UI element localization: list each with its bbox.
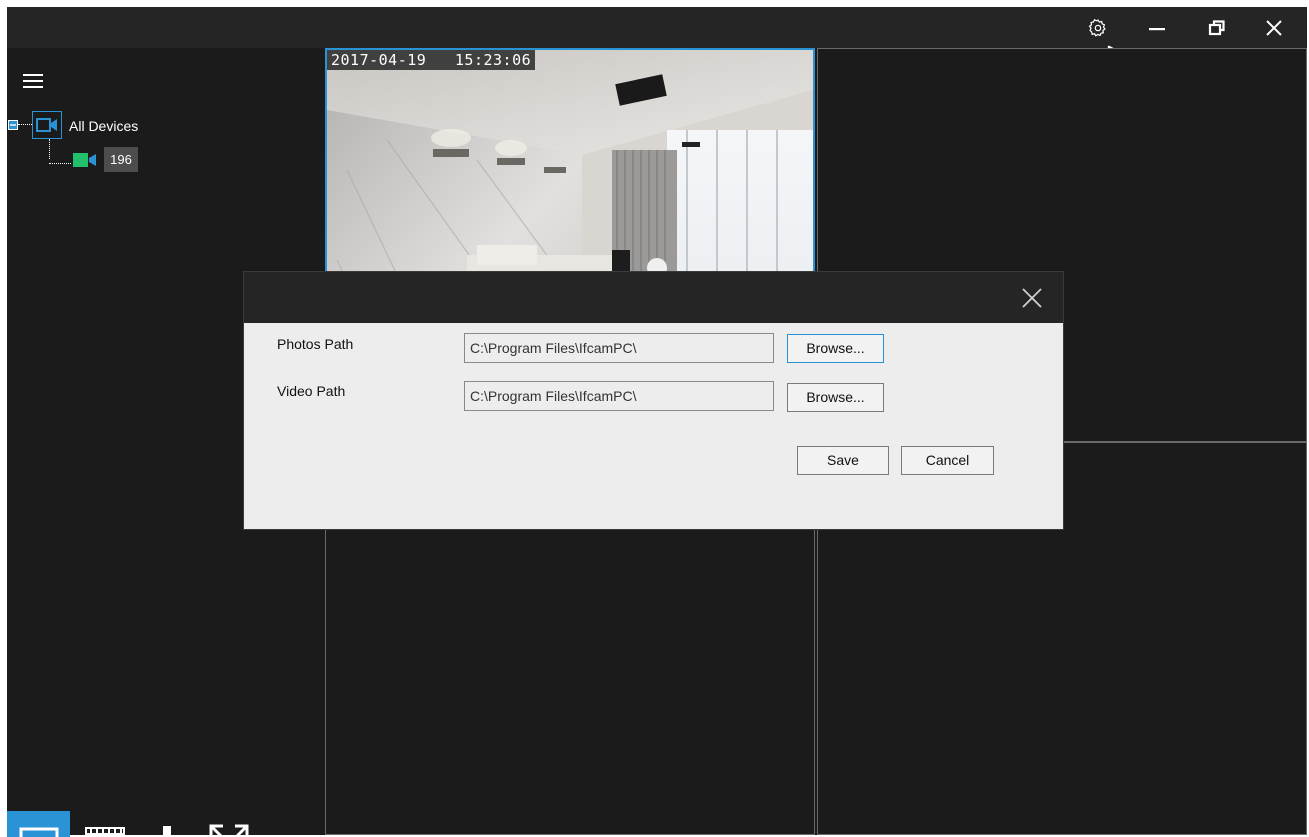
video-browse-button[interactable]: Browse... [787, 383, 884, 412]
title-bar [7, 7, 1307, 48]
path-settings-dialog: Photos Path Browse... Video Path Browse.… [244, 272, 1063, 529]
gear-icon [1088, 18, 1106, 37]
cancel-button[interactable]: Cancel [901, 446, 994, 475]
fullscreen-button[interactable] [197, 811, 260, 837]
playback-film-icon [84, 826, 125, 837]
tree-node-device[interactable]: 196 [43, 145, 163, 175]
dialog-header [244, 272, 1063, 323]
restore-button[interactable] [1197, 7, 1237, 48]
restore-icon [1208, 19, 1225, 35]
tree-connector [18, 124, 32, 125]
video-path-label: Video Path [277, 383, 346, 399]
window-close-button[interactable] [1254, 7, 1294, 48]
tree-connector [49, 163, 71, 164]
save-button[interactable]: Save [797, 446, 889, 475]
settings-button[interactable] [1078, 7, 1118, 48]
playback-button[interactable] [73, 811, 136, 837]
close-icon [1266, 19, 1282, 36]
monitor-icon [19, 827, 58, 837]
minimize-button[interactable] [1137, 7, 1177, 48]
fullscreen-icon [209, 824, 248, 837]
video-path-input[interactable] [464, 381, 774, 411]
tree-root-label: All Devices [69, 118, 139, 134]
photos-path-label: Photos Path [277, 336, 354, 352]
live-view-button[interactable] [7, 811, 70, 837]
collapse-icon[interactable] [8, 120, 18, 130]
camera-group-icon [36, 118, 57, 132]
camera-timestamp: 2017-04-19 15:23:06 [327, 50, 536, 70]
tree-node-all-devices[interactable]: All Devices [7, 110, 207, 159]
photos-path-input[interactable] [464, 333, 774, 363]
dialog-close-button[interactable] [1014, 280, 1050, 316]
hamburger-menu-icon[interactable] [23, 73, 43, 89]
minimize-icon [1149, 27, 1165, 30]
camera-online-icon [73, 153, 96, 167]
close-icon [1022, 288, 1042, 308]
add-device-button[interactable] [135, 811, 198, 837]
device-group-icon-frame [32, 111, 62, 139]
photos-browse-button[interactable]: Browse... [787, 334, 884, 363]
bottom-toolbar [7, 811, 325, 837]
tree-child-label: 196 [104, 147, 138, 172]
plus-icon [162, 825, 171, 837]
